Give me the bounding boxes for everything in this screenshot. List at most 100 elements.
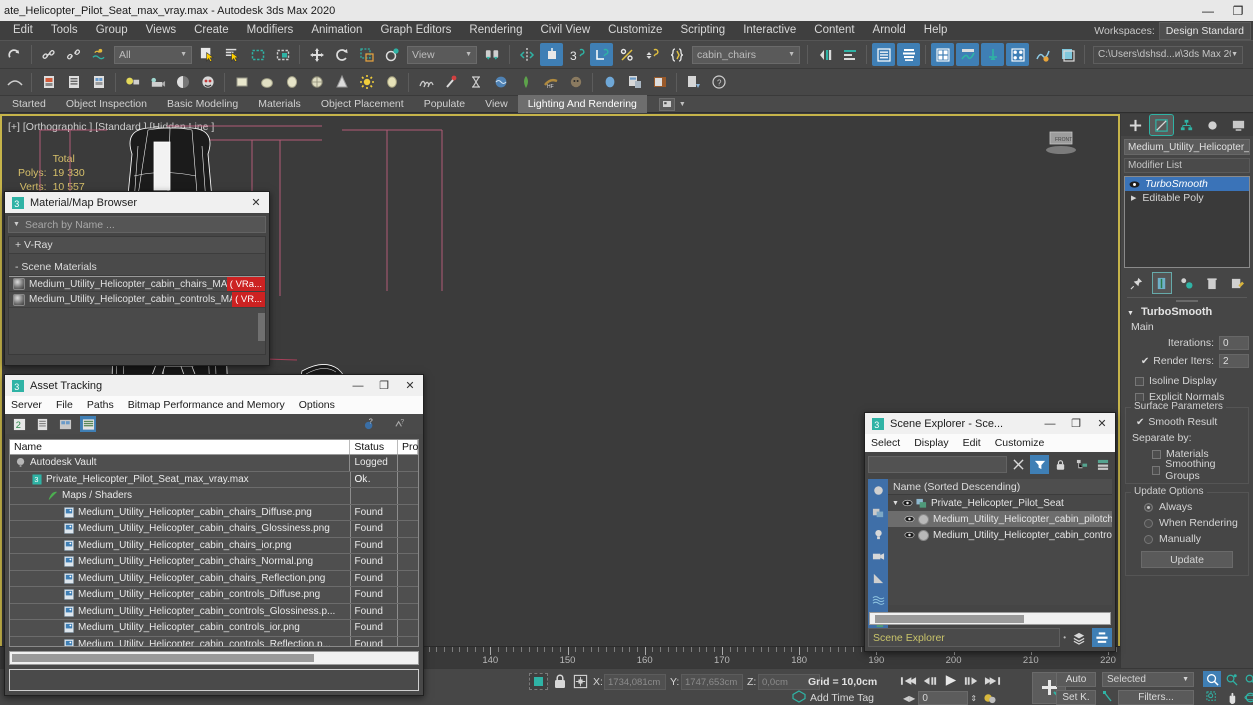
collapse-all-icon[interactable] [1093,455,1112,474]
asset-tracking-horizontal-scrollbar[interactable] [9,651,419,665]
restore-icon[interactable]: ❐ [1063,413,1089,434]
table-row[interactable]: Medium_Utility_Helicopter_cabin_controls… [10,636,418,646]
reactor-icon[interactable] [464,71,487,94]
menu-item-arnold[interactable]: Arnold [864,21,915,40]
ribbon-tab-populate[interactable]: Populate [414,95,475,113]
ribbon-tab-basic-modeling[interactable]: Basic Modeling [157,95,248,113]
set-key-tangent-icon[interactable] [1102,690,1114,704]
menu-item-tools[interactable]: Tools [42,21,87,40]
snap-toggle-icon[interactable]: 3 [565,43,588,66]
ellipsoid-icon[interactable] [280,71,303,94]
unlink-icon[interactable] [62,43,85,66]
close-icon[interactable]: ✕ [397,375,423,396]
select-spacewarps-icon[interactable] [868,589,888,611]
filters-button[interactable]: Filters... [1118,690,1194,705]
frame-arrows-icon[interactable]: ◀▶ [903,694,915,703]
scene-menu-select[interactable]: Select [871,437,900,449]
render-iters-checkbox[interactable]: ✔ [1141,356,1149,367]
motion-tab-icon[interactable] [1201,115,1225,135]
render-shortcut-2-icon[interactable] [62,71,85,94]
menu-item-help[interactable]: Help [915,21,957,40]
mirror-icon[interactable] [515,43,538,66]
skin-icon[interactable] [564,71,587,94]
table-row[interactable]: Autodesk Vault Logged O... [10,455,418,485]
select-scale-icon[interactable] [355,43,378,66]
workspaces-selector[interactable]: Workspaces: Design Standard [1094,21,1251,40]
scene-explorer-titlebar[interactable]: 3 Scene Explorer - Sce... — ❐ ✕ [865,413,1115,434]
stack-item-turbosmooth[interactable]: TurboSmooth [1125,177,1249,191]
align-panel-icon[interactable] [838,43,861,66]
table-row[interactable]: Medium_Utility_Helicopter_cabin_controls… [10,587,418,604]
box-icon[interactable] [230,71,253,94]
menu-item-animation[interactable]: Animation [302,21,371,40]
material-browser-titlebar[interactable]: 3 Material/Map Browser ✕ [5,192,269,213]
asset-menu-bitmap-performance[interactable]: Bitmap Performance and Memory [128,399,285,411]
ribbon-tab-materials[interactable]: Materials [248,95,311,113]
smoothing-groups-checkbox[interactable] [1152,465,1161,475]
render-frame-icon[interactable] [1056,43,1079,66]
scene-explorer-search-input[interactable] [868,456,1007,473]
ribbon-tab-started[interactable]: Started [2,95,56,113]
select-by-name-icon[interactable] [221,43,244,66]
scene-explorer-horizontal-scrollbar[interactable] [869,612,1111,625]
ribbon-tab-lighting-and-rendering[interactable]: Lighting And Rendering [517,95,647,113]
table-row[interactable]: Medium_Utility_Helicopter_cabin_chairs_G… [10,521,418,538]
mirror-panel-icon[interactable] [813,43,836,66]
menu-item-edit[interactable]: Edit [4,21,42,40]
material-item-chairs[interactable]: Medium_Utility_Helicopter_cabin_chairs_M… [9,276,265,292]
minimize-icon[interactable]: — [345,375,371,396]
scene-tree-node-pilotchair[interactable]: Medium_Utility_Helicopter_cabin_pilotcha… [888,511,1112,527]
go-to-end-icon[interactable] [984,674,1001,688]
asset-tracking-titlebar[interactable]: 3 Asset Tracking — ❐ ✕ [5,375,423,396]
scene-menu-customize[interactable]: Customize [995,437,1045,449]
select-place-icon[interactable] [380,43,403,66]
table-row[interactable]: Medium_Utility_Helicopter_cabin_chairs_D… [10,504,418,521]
expand-all-icon[interactable] [1072,455,1091,474]
close-icon[interactable]: ✕ [243,192,269,213]
pin-stack-icon[interactable] [1128,273,1146,293]
update-mode-always-radio[interactable] [1144,502,1153,512]
menu-item-group[interactable]: Group [87,21,137,40]
asset-col-name[interactable]: Name [10,440,351,454]
x-coord-field[interactable]: 1734,081cm [604,674,666,690]
material-editor-icon[interactable] [1006,43,1029,66]
light-icon[interactable] [121,71,144,94]
modify-tab-icon[interactable] [1148,114,1175,136]
menu-item-graph-editors[interactable]: Graph Editors [371,21,460,40]
water-icon[interactable] [489,71,512,94]
edit-named-sets-icon[interactable] [665,43,688,66]
menu-item-civil-view[interactable]: Civil View [531,21,599,40]
chevron-down-icon[interactable]: ▼ [892,500,899,507]
named-selection-set-dropdown[interactable]: cabin_chairs ▼ [692,45,800,64]
material-group-scene-materials[interactable]: - Scene Materials [9,259,265,276]
remove-modifier-icon[interactable] [1203,273,1221,293]
table-row[interactable]: Medium_Utility_Helicopter_cabin_chairs_R… [10,570,418,587]
restore-icon[interactable]: ❐ [1223,0,1253,21]
sphere-icon[interactable] [255,71,278,94]
asset-col-status[interactable]: Status [350,440,398,454]
chevron-down-icon[interactable]: ▼ [1127,310,1134,317]
scene-explorer-name-field[interactable]: Scene Explorer [868,628,1061,647]
render-setup-icon[interactable] [1031,43,1054,66]
scrollbar-thumb[interactable] [12,654,314,662]
scrollbar-thumb[interactable] [875,615,1024,623]
project-path-dropdown[interactable]: C:\Users\dshsd...и\3ds Max 2020 ▼ [1093,45,1243,64]
chevron-down-icon[interactable]: ▼ [13,221,20,228]
shadow-icon[interactable] [171,71,194,94]
select-move-icon[interactable] [305,43,328,66]
sun-icon[interactable] [355,71,378,94]
close-icon[interactable]: ✕ [1089,413,1115,434]
eye-icon[interactable] [904,515,915,523]
ribbon-options-icon[interactable] [658,97,675,111]
cloth-icon[interactable] [439,71,462,94]
select-cameras-icon[interactable] [868,545,888,567]
eye-icon[interactable] [1129,180,1140,189]
render-shortcut-3-icon[interactable] [87,71,110,94]
y-coord-field[interactable]: 1747,653cm [681,674,743,690]
percent-snap-icon[interactable] [615,43,638,66]
current-frame-value[interactable]: 0 [918,691,969,705]
ref-coord-system-dropdown[interactable]: View ▼ [407,45,477,64]
clear-search-icon[interactable] [1009,455,1028,474]
select-helpers-icon[interactable] [868,567,888,589]
refresh-icon[interactable]: 2 [11,416,27,432]
